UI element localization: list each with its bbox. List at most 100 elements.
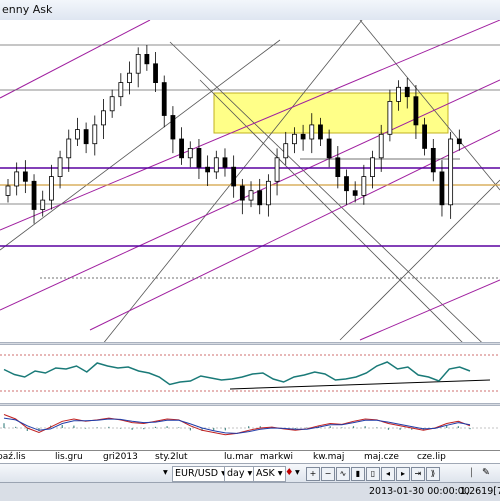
- candle: [135, 54, 141, 74]
- candle: [66, 138, 72, 159]
- candle: [430, 147, 436, 173]
- toolbar-arrow-icon[interactable]: ▾: [163, 466, 168, 480]
- period-select[interactable]: day ▾: [224, 466, 256, 482]
- time-axis-label: markwi: [260, 452, 294, 462]
- candle: [257, 190, 263, 206]
- candle: [118, 82, 124, 98]
- candle: [187, 147, 193, 159]
- time-axis-label: cze.lip: [417, 452, 446, 462]
- candle: [57, 157, 63, 178]
- candle: [439, 171, 445, 206]
- price-chart-pane[interactable]: [0, 20, 500, 342]
- candle: [352, 190, 358, 196]
- candle: [378, 133, 384, 159]
- trend-line: [103, 20, 363, 342]
- chart-toolbar: ▾ EUR/USD ▾ day ▾ ASK ▾ ♦ ▾ + − ∿ ▮ ▯ ◂ …: [0, 463, 500, 483]
- candle: [300, 133, 306, 140]
- status-bar: 2013-01-30 00:00:00 1,2619[7]: [0, 482, 500, 501]
- symbol-select[interactable]: EUR/USD ▾: [172, 466, 229, 482]
- candle: [213, 157, 219, 173]
- macd-pane[interactable]: [0, 406, 500, 450]
- candle: [292, 133, 297, 145]
- candle: [5, 185, 11, 196]
- candle: [109, 96, 115, 112]
- time-axis: paź.lis lis.gru gri2013 sty.2lut lu.mar …: [0, 450, 500, 464]
- candle: [413, 96, 419, 126]
- scroll-right-icon[interactable]: ▸: [396, 467, 410, 481]
- period-value: day: [227, 468, 245, 479]
- time-axis-label: kw.maj: [313, 452, 345, 462]
- candle: [83, 129, 89, 145]
- candle: [92, 124, 98, 145]
- candle: [31, 180, 37, 210]
- marker-icon[interactable]: ♦: [285, 466, 294, 480]
- candle: [231, 166, 237, 187]
- candle: [265, 180, 271, 206]
- candle: [396, 86, 401, 102]
- candle: [22, 171, 28, 182]
- candle: [344, 176, 349, 192]
- zoom-out-icon[interactable]: −: [321, 467, 335, 481]
- candle: [222, 157, 228, 168]
- scroll-left-icon[interactable]: ◂: [381, 467, 395, 481]
- status-datetime: 2013-01-30 00:00:00: [369, 486, 470, 497]
- time-axis-label: sty.2lut: [155, 452, 188, 462]
- indicator-line: [3, 361, 471, 386]
- candle: [179, 138, 184, 159]
- candle: [161, 82, 167, 116]
- channel-line: [359, 279, 500, 341]
- candle-chart-icon[interactable]: ▯: [366, 467, 380, 481]
- candle: [274, 157, 280, 182]
- symbol-value: EUR/USD: [175, 468, 219, 479]
- candle: [153, 63, 158, 83]
- window-title: enny Ask: [2, 3, 53, 16]
- candle: [48, 176, 54, 201]
- zoom-in-icon[interactable]: +: [306, 467, 320, 481]
- candle: [335, 157, 341, 178]
- time-axis-label: paź.lis: [0, 452, 26, 462]
- candle: [361, 176, 367, 196]
- candle: [239, 185, 245, 201]
- time-axis-label: lis.gru: [55, 452, 83, 462]
- candle: [404, 86, 410, 98]
- status-value: 1,2619[7]: [460, 486, 500, 497]
- channel-line: [89, 129, 500, 331]
- settings-icon[interactable]: ✎: [482, 466, 490, 480]
- candle: [170, 115, 176, 140]
- candle: [205, 166, 211, 173]
- candle: [370, 157, 375, 178]
- dropdown-icon[interactable]: ▾: [295, 466, 300, 480]
- channel-line: [0, 20, 151, 99]
- candle: [127, 72, 132, 84]
- candle: [448, 138, 454, 206]
- bar-chart-icon[interactable]: ▮: [351, 467, 365, 481]
- indicator-pane[interactable]: [0, 345, 500, 403]
- candle: [101, 110, 106, 126]
- separator-icon: |: [470, 467, 474, 478]
- macd-canvas[interactable]: [0, 406, 500, 450]
- candle: [248, 190, 254, 201]
- line-chart-icon[interactable]: ∿: [336, 467, 350, 481]
- candle: [318, 124, 323, 140]
- indicator-trend-line: [229, 379, 491, 390]
- time-axis-label: gri2013: [103, 452, 138, 462]
- candle: [456, 138, 462, 145]
- price-chart-canvas[interactable]: [0, 20, 500, 342]
- scroll-last-icon[interactable]: ⇥: [411, 467, 425, 481]
- candle: [422, 124, 428, 149]
- candle: [387, 101, 393, 135]
- price-type-select[interactable]: ASK ▾: [253, 466, 286, 482]
- price-type-value: ASK: [256, 468, 275, 479]
- candle: [144, 54, 150, 65]
- candle: [326, 138, 332, 159]
- indicator-canvas[interactable]: [0, 345, 500, 403]
- candle: [75, 129, 80, 140]
- candle: [283, 143, 289, 159]
- candle: [309, 124, 315, 140]
- highlight-zone: [213, 92, 449, 134]
- candle: [14, 171, 20, 187]
- chart-window-titlebar[interactable]: enny Ask: [0, 0, 500, 21]
- time-axis-label: maj.cze: [364, 452, 399, 462]
- end-icon[interactable]: ⟫: [426, 467, 440, 481]
- time-axis-label: lu.mar: [224, 452, 254, 462]
